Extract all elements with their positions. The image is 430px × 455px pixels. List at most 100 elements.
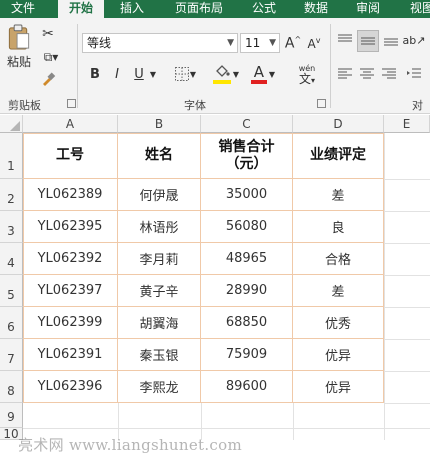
top-align-button[interactable]	[335, 30, 355, 50]
row-header-8[interactable]: 8	[0, 371, 23, 403]
underline-button[interactable]: U	[130, 64, 148, 84]
tab-view[interactable]: 视图	[404, 0, 430, 18]
gridline	[23, 428, 430, 429]
cell-rating[interactable]: 差	[293, 179, 384, 211]
cell-sales-total[interactable]: 35000	[201, 179, 293, 211]
row-header-2[interactable]: 2	[0, 179, 23, 211]
row-header-5[interactable]: 5	[0, 275, 23, 307]
tab-home[interactable]: 开始	[58, 0, 104, 19]
row-header-3[interactable]: 3	[0, 211, 23, 243]
paste-button[interactable]: 粘贴	[4, 24, 34, 70]
orientation-button[interactable]: ab↗	[403, 30, 426, 50]
align-center-button[interactable]	[357, 64, 377, 84]
cell-employee-id[interactable]: YL062391	[23, 339, 118, 371]
column-header-a[interactable]: A	[23, 115, 118, 133]
italic-button[interactable]: I	[108, 64, 126, 84]
cell-rating[interactable]: 优秀	[293, 307, 384, 339]
cell-employee-id[interactable]: YL062392	[23, 243, 118, 275]
select-all-corner[interactable]	[0, 115, 23, 133]
cell-rating[interactable]: 合格	[293, 243, 384, 275]
cell-employee-id[interactable]: YL062397	[23, 275, 118, 307]
tab-formulas[interactable]: 公式	[246, 0, 282, 18]
cell-name[interactable]: 林语彤	[118, 211, 201, 243]
borders-button[interactable]: ▼	[170, 64, 200, 84]
tab-file[interactable]: 文件	[4, 0, 42, 18]
font-color-button[interactable]: A ▼	[248, 62, 278, 86]
column-header-e[interactable]: E	[384, 115, 430, 133]
indent-button[interactable]	[403, 64, 425, 84]
tab-data[interactable]: 数据	[298, 0, 334, 18]
shrink-font-button[interactable]: Av	[304, 33, 324, 53]
spreadsheet-grid: A B C D E 1 2 3 4 5 6 7 8 9 10 工号 姓名 销售合计 …	[0, 115, 430, 454]
copy-icon: ⧉▾	[43, 49, 59, 64]
border-icon	[174, 67, 189, 81]
row-header-6[interactable]: 6	[0, 307, 23, 339]
font-name-combo[interactable]: 等线 ▼	[82, 33, 238, 53]
clipboard-launcher[interactable]	[67, 99, 76, 108]
column-header-d[interactable]: D	[293, 115, 384, 133]
cell-name[interactable]: 秦玉银	[118, 339, 201, 371]
cell-name[interactable]: 李月莉	[118, 243, 201, 275]
cell-employee-id[interactable]: YL062395	[23, 211, 118, 243]
divider	[330, 24, 331, 108]
row-header-7[interactable]: 7	[0, 339, 23, 371]
align-left-button[interactable]	[335, 64, 355, 84]
align-right-button[interactable]	[379, 64, 399, 84]
header-cell-sales-total[interactable]: 销售合计 （元）	[201, 133, 293, 179]
column-header-c[interactable]: C	[201, 115, 293, 133]
fill-color-button[interactable]: ▼	[210, 62, 242, 86]
row-header-9[interactable]: 9	[0, 403, 23, 428]
cell-rating[interactable]: 差	[293, 275, 384, 307]
row-header-1[interactable]: 1	[0, 133, 23, 179]
header-cell-employee-id[interactable]: 工号	[23, 133, 118, 179]
cell-employee-id[interactable]: YL062399	[23, 307, 118, 339]
cell-rating[interactable]: 优异	[293, 339, 384, 371]
gridline	[385, 307, 430, 308]
underline-dropdown[interactable]: ▼	[148, 64, 158, 84]
tab-page-layout[interactable]: 页面布局	[168, 0, 230, 18]
ribbon: 粘贴 ✂ ⧉▾ 剪贴板 等线 ▼ 11 ▼ A^ Av B I U ▼ ▼ ▼ …	[0, 18, 430, 114]
cell-sales-total[interactable]: 56080	[201, 211, 293, 243]
copy-button[interactable]: ⧉▾	[38, 48, 64, 66]
row-header-4[interactable]: 4	[0, 243, 23, 275]
clipboard-group-label: 剪贴板	[8, 99, 41, 112]
grow-font-button[interactable]: A^	[283, 33, 303, 53]
tab-insert[interactable]: 插入	[114, 0, 150, 18]
align-center-icon	[360, 68, 374, 79]
gridline	[385, 339, 430, 340]
cell-name[interactable]: 李熙龙	[118, 371, 201, 403]
highlight-color-bar	[212, 80, 231, 84]
gridline	[385, 275, 430, 276]
cell-name[interactable]: 胡翼海	[118, 307, 201, 339]
cell-employee-id[interactable]: YL062396	[23, 371, 118, 403]
cell-sales-total[interactable]: 68850	[201, 307, 293, 339]
middle-align-button[interactable]	[357, 30, 379, 52]
cell-name[interactable]: 何伊晟	[118, 179, 201, 211]
font-size-value: 11	[245, 36, 261, 50]
font-size-combo[interactable]: 11 ▼	[240, 33, 280, 53]
font-group-label: 字体	[184, 99, 206, 112]
bold-button[interactable]: B	[86, 64, 104, 84]
format-painter-button[interactable]	[38, 70, 58, 88]
cell-name[interactable]: 黄子辛	[118, 275, 201, 307]
cell-sales-total[interactable]: 89600	[201, 371, 293, 403]
header-cell-name[interactable]: 姓名	[118, 133, 201, 179]
chevron-down-icon: ▼	[149, 69, 157, 79]
cell-rating[interactable]: 良	[293, 211, 384, 243]
cell-sales-total[interactable]: 75909	[201, 339, 293, 371]
gridline	[385, 403, 430, 404]
header-cell-rating[interactable]: 业绩评定	[293, 133, 384, 179]
cell-rating[interactable]: 优异	[293, 371, 384, 403]
cell-sales-total[interactable]: 28990	[201, 275, 293, 307]
cell-sales-total[interactable]: 48965	[201, 243, 293, 275]
cut-button[interactable]: ✂	[38, 25, 58, 43]
font-color-bar	[250, 80, 267, 84]
chevron-down-icon: ▼	[232, 69, 240, 79]
paintbrush-icon	[43, 72, 56, 86]
font-launcher[interactable]	[317, 99, 326, 108]
column-header-b[interactable]: B	[118, 115, 201, 133]
tab-review[interactable]: 审阅	[350, 0, 386, 18]
phonetic-guide-button[interactable]: wén 文▾	[290, 62, 324, 88]
cell-employee-id[interactable]: YL062389	[23, 179, 118, 211]
bottom-align-button[interactable]	[381, 30, 401, 50]
